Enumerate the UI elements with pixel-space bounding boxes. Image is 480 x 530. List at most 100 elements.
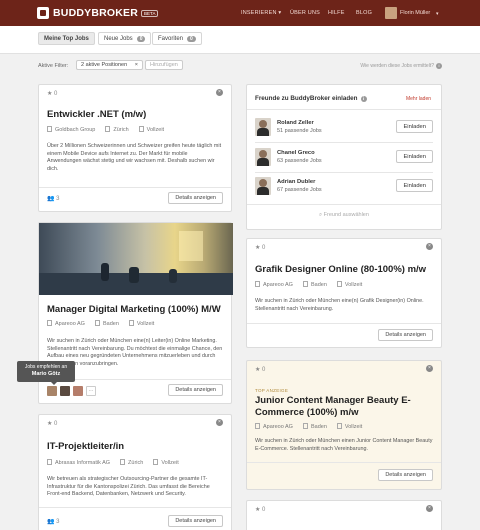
load-more-link[interactable]: Mehr laden <box>406 96 431 102</box>
job-meta: Abraxas Informatik AG Zürich Vollzeit <box>47 459 179 466</box>
rating[interactable]: ★ 0 <box>255 244 265 251</box>
building-icon <box>47 126 52 132</box>
job-meta: Goldbach Group Zürich Vollzeit <box>47 126 164 133</box>
job-title[interactable]: IT-Projektleiter/in <box>47 441 124 452</box>
friend-avatar <box>255 177 271 195</box>
job-location: Baden <box>310 424 327 430</box>
friend-avatar[interactable] <box>73 386 83 396</box>
nav-item-blog[interactable]: BLOG <box>356 10 372 16</box>
location-icon <box>120 459 126 465</box>
details-button[interactable]: Details anzeigen <box>168 384 223 396</box>
close-icon[interactable]: × <box>216 419 223 426</box>
contact-count: 3 <box>56 196 60 202</box>
job-title[interactable]: Entwickler .NET (m/w) <box>47 109 146 120</box>
close-icon[interactable]: × <box>426 243 433 250</box>
filter-label: Aktive Filter: <box>38 63 69 69</box>
job-type: Vollzeit <box>146 127 165 133</box>
job-meta: Apareoo AG Baden Vollzeit <box>47 320 154 327</box>
job-description: Wir betreuen als strategischer Outsourci… <box>47 476 210 497</box>
user-name[interactable]: Florin Müller <box>400 10 430 16</box>
friend-row: Adrian Dubler 67 passende Jobs Einladen <box>255 177 433 195</box>
friends-title: Freunde zu BuddyBroker einladen i <box>255 95 367 102</box>
rating[interactable]: ★ 0 <box>255 506 265 513</box>
rating[interactable]: ★ 0 <box>47 90 57 97</box>
building-icon <box>47 459 52 465</box>
user-avatar[interactable] <box>385 7 397 19</box>
building-icon <box>255 281 260 287</box>
close-icon[interactable]: × <box>426 365 433 372</box>
add-filter-button[interactable]: Hinzufügen <box>145 60 183 70</box>
chevron-down-icon[interactable]: ▾ <box>436 11 439 17</box>
tooltip-name: Mario Götz <box>31 371 61 377</box>
location-icon <box>94 320 100 326</box>
friend-avatar <box>255 148 271 166</box>
job-title[interactable]: Manager Digital Marketing (100%) M/W <box>47 304 221 315</box>
tab-meine-top-jobs[interactable]: Meine Top Jobs <box>38 32 95 45</box>
rating-count: 0 <box>54 91 58 97</box>
invite-button[interactable]: Einladen <box>396 150 433 163</box>
job-company: Abraxas Informatik AG <box>55 460 111 466</box>
rating[interactable]: ★ 0 <box>47 420 57 427</box>
job-card: ★ 0 × <box>246 500 442 530</box>
friends-title-text: Freunde zu BuddyBroker einladen <box>255 95 358 102</box>
friend-name: Chanel Greco <box>277 150 315 156</box>
nav-item-hilfe[interactable]: HILFE <box>328 10 345 16</box>
close-icon[interactable]: × <box>216 89 223 96</box>
job-description: Über 2 Millionen Schweizerinnen und Schw… <box>47 143 222 172</box>
details-button[interactable]: Details anzeigen <box>168 192 223 204</box>
friend-row: Chanel Greco 63 passende Jobs Einladen <box>255 148 433 166</box>
search-icon: ⌕ <box>319 212 323 218</box>
friend-jobs: 67 passende Jobs <box>277 187 322 193</box>
clock-icon <box>336 281 342 287</box>
job-title[interactable]: Grafik Designer Online (80-100%) m/w <box>255 264 426 275</box>
job-card: ★ 0 × Grafik Designer Online (80-100%) m… <box>246 238 442 348</box>
job-location: Baden <box>102 321 119 327</box>
nav-item-ueber-uns[interactable]: ÜBER UNS <box>290 10 320 16</box>
friend-jobs: 63 passende Jobs <box>277 158 322 164</box>
divider <box>255 172 433 173</box>
divider <box>247 204 441 205</box>
job-meta: Apareoo AG Baden Vollzeit <box>255 281 362 288</box>
invite-button[interactable]: Einladen <box>396 120 433 133</box>
tab-neue-jobs[interactable]: Neue Jobs 0 <box>98 32 152 45</box>
divider <box>39 507 231 508</box>
job-card-featured: ★ 0 × TOP ANZEIGE Junior Content Manager… <box>246 360 442 490</box>
job-company: Apareoo AG <box>263 424 293 430</box>
tab-label: Meine Top Jobs <box>44 35 89 42</box>
filter-chip[interactable]: 2 aktive Positionen × <box>76 60 143 70</box>
rating[interactable]: ★ 0 <box>255 366 265 373</box>
info-icon: i <box>436 63 442 69</box>
filter-chip-label: 2 aktive Positionen <box>81 62 128 68</box>
location-icon <box>105 126 111 132</box>
clock-icon <box>128 320 134 326</box>
recommend-friends: ··· <box>47 386 96 396</box>
job-description: Wir suchen in Zürich oder München eine(n… <box>255 298 424 312</box>
friend-search-label: Freund auswählen <box>323 212 369 218</box>
details-button[interactable]: Details anzeigen <box>378 469 433 481</box>
job-location: Zürich <box>128 460 144 466</box>
tooltip-line: Jobs empfehlen an <box>24 364 68 370</box>
friend-avatar[interactable] <box>60 386 70 396</box>
job-type: Vollzeit <box>344 282 363 288</box>
details-button[interactable]: Details anzeigen <box>378 329 433 341</box>
job-company: Apareoo AG <box>263 282 293 288</box>
tab-label: Favoriten <box>158 35 184 42</box>
close-icon[interactable]: × <box>426 505 433 512</box>
more-friends-button[interactable]: ··· <box>86 386 96 396</box>
job-tabs-bar: Meine Top Jobs Neue Jobs 0 Favoriten 0 <box>0 26 480 54</box>
tab-favoriten[interactable]: Favoriten 0 <box>152 32 202 45</box>
nav-item-inserieren[interactable]: INSERIEREN ▾ <box>241 10 281 16</box>
people-icon: 👥 3 <box>47 519 60 525</box>
friend-avatar[interactable] <box>47 386 57 396</box>
invite-button[interactable]: Einladen <box>396 179 433 192</box>
divider <box>39 187 231 188</box>
friend-search[interactable]: ⌕ Freund auswählen <box>247 212 441 219</box>
help-link[interactable]: Wie werden diese Jobs ermittelt? i <box>360 63 442 69</box>
close-icon[interactable]: × <box>135 62 138 68</box>
clock-icon <box>336 423 342 429</box>
details-button[interactable]: Details anzeigen <box>168 515 223 527</box>
divider <box>247 323 441 324</box>
job-title[interactable]: Junior Content Manager Beauty E-Commerce… <box>255 395 433 419</box>
friends-invite-card: Freunde zu BuddyBroker einladen i Mehr la… <box>246 84 442 230</box>
recommend-tooltip: Jobs empfehlen an Mario Götz <box>17 361 75 385</box>
